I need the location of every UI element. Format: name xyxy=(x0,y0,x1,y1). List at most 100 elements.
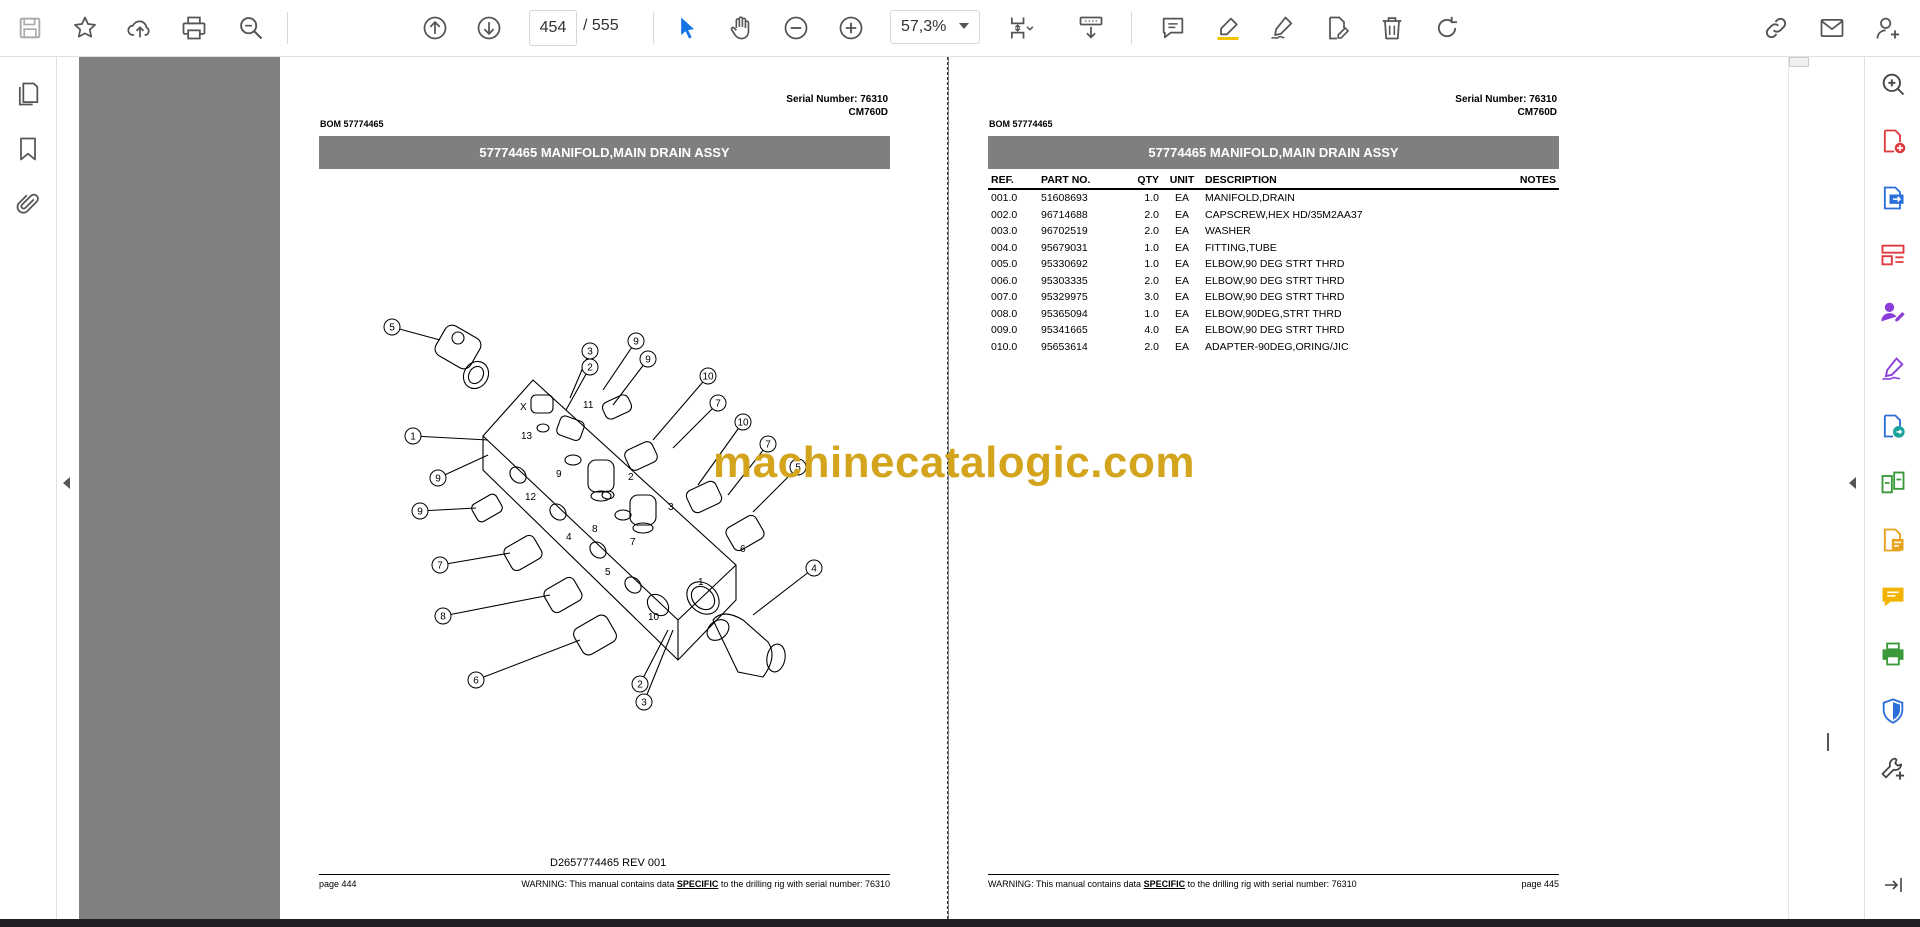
bookmark-icon[interactable] xyxy=(10,131,46,167)
callout-number: 6 xyxy=(473,676,479,687)
cell-unit: EA xyxy=(1174,340,1189,353)
cell-unit: EA xyxy=(1174,274,1189,287)
organize-pages-icon[interactable] xyxy=(1875,237,1911,273)
port-label: 6 xyxy=(740,544,746,555)
expand-panel-icon[interactable] xyxy=(1875,867,1911,903)
comment-icon[interactable] xyxy=(1155,10,1191,46)
attachment-icon[interactable] xyxy=(10,186,46,222)
cell-description: ELBOW,90 DEG STRT THRD xyxy=(1205,274,1345,287)
document-viewer[interactable]: Serial Number: 76310 CM760D BOM 57774465… xyxy=(79,57,1615,919)
request-signature-icon[interactable] xyxy=(1875,294,1911,330)
cell-description: ELBOW,90 DEG STRT THRD xyxy=(1205,291,1345,304)
page-fit-icon[interactable] xyxy=(1002,10,1038,46)
table-row: 001.0 51608693 1.0 EA MANIFOLD,DRAIN xyxy=(988,189,1559,207)
rotate-icon[interactable] xyxy=(1429,10,1465,46)
zoom-in-icon[interactable] xyxy=(833,10,869,46)
col-ref: REF. xyxy=(988,172,1038,190)
zoom-search-icon[interactable] xyxy=(233,10,269,46)
cell-part-no: 96702519 xyxy=(1041,225,1088,238)
port-label: 1 xyxy=(698,577,704,588)
sign-icon[interactable] xyxy=(1264,10,1300,46)
callout-number: 10 xyxy=(737,418,749,429)
star-icon[interactable] xyxy=(67,10,103,46)
cell-ref: 005.0 xyxy=(991,258,1018,271)
table-row: 003.0 96702519 2.0 EA WASHER xyxy=(988,223,1559,240)
edit-pdf-icon[interactable] xyxy=(1319,10,1355,46)
delete-icon[interactable] xyxy=(1374,10,1410,46)
convert-pdf-icon[interactable] xyxy=(1875,408,1911,444)
callout-number: 4 xyxy=(811,564,817,575)
account-icon[interactable] xyxy=(1870,10,1906,46)
fill-sign-icon[interactable] xyxy=(1875,351,1911,387)
cell-part-no: 96714688 xyxy=(1041,208,1088,221)
vertical-scrollbar[interactable] xyxy=(1788,57,1809,919)
cell-unit: EA xyxy=(1174,307,1189,320)
warning-text-end: to the drilling rig with serial number: … xyxy=(1185,879,1357,889)
hand-icon[interactable] xyxy=(723,10,759,46)
assembly-title: 57774465 MANIFOLD,MAIN DRAIN ASSY xyxy=(988,136,1559,169)
callout-number: 2 xyxy=(587,363,593,374)
cell-part-no: 95341665 xyxy=(1041,324,1088,337)
parts-table-header: REF. PART NO. QTY UNIT DESCRIPTION NOTES xyxy=(988,172,1559,190)
left-nav-panel xyxy=(0,57,57,919)
save-icon[interactable] xyxy=(12,10,48,46)
cell-part-no: 95329975 xyxy=(1041,291,1088,304)
callout-number: 9 xyxy=(417,507,423,518)
select-arrow-icon[interactable] xyxy=(669,10,705,46)
cell-qty: 2.0 xyxy=(1144,340,1159,353)
table-row: 010.0 95653614 2.0 EA ADAPTER-90DEG,ORING/JI… xyxy=(988,339,1559,356)
cell-notes xyxy=(1503,289,1559,306)
page-number-input[interactable]: 454 xyxy=(529,10,577,46)
col-qty: QTY xyxy=(1126,172,1162,190)
page-divider xyxy=(947,57,948,919)
table-row: 005.0 95330692 1.0 EA ELBOW,90 DEG STRT THRD xyxy=(988,256,1559,273)
share-link-icon[interactable] xyxy=(1758,10,1794,46)
zoom-icon[interactable] xyxy=(1875,66,1911,102)
scroll-mode-icon[interactable] xyxy=(1073,10,1109,46)
zoom-out-icon[interactable] xyxy=(778,10,814,46)
upload-cloud-icon[interactable] xyxy=(122,10,158,46)
cell-ref: 003.0 xyxy=(991,225,1018,238)
callout-number: 7 xyxy=(437,561,443,572)
page-down-icon[interactable] xyxy=(471,10,507,46)
callout-number: 3 xyxy=(641,698,647,709)
cell-qty: 2.0 xyxy=(1144,208,1159,221)
watermark-text: machinecatalogic.com xyxy=(713,438,1195,487)
cell-notes xyxy=(1503,189,1559,207)
warning-emphasis: SPECIFIC xyxy=(1143,879,1186,889)
serial-block: Serial Number: 76310 CM760D xyxy=(1455,93,1557,119)
page-up-icon[interactable] xyxy=(417,10,453,46)
compare-icon[interactable] xyxy=(1875,465,1911,501)
total-pages-label: / 555 xyxy=(583,17,619,34)
export-pdf-icon[interactable] xyxy=(1875,180,1911,216)
cell-unit: EA xyxy=(1174,291,1189,304)
chevron-down-icon xyxy=(959,23,969,29)
zoom-level-select[interactable]: 57,3% xyxy=(890,10,980,44)
create-pdf-icon[interactable] xyxy=(1875,123,1911,159)
warning-emphasis: SPECIFIC xyxy=(676,879,719,889)
protect-icon[interactable] xyxy=(1875,693,1911,729)
print-production-icon[interactable] xyxy=(1875,636,1911,672)
cell-notes xyxy=(1503,223,1559,240)
callout-number: 8 xyxy=(440,612,446,623)
left-panel-collapse-icon[interactable] xyxy=(63,477,70,489)
col-unit: UNIT xyxy=(1162,172,1202,190)
callout-number: 2 xyxy=(637,680,643,691)
warning-text-end: to the drilling rig with serial number: … xyxy=(718,879,890,889)
warning-text: WARNING: This manual contains data xyxy=(988,879,1144,889)
edit-text-icon[interactable] xyxy=(1875,522,1911,558)
scrollbar-thumb[interactable] xyxy=(1789,57,1809,67)
comment-tool-icon[interactable] xyxy=(1875,579,1911,615)
zoom-level-value: 57,3% xyxy=(901,18,947,35)
bom-label: BOM 57774465 xyxy=(320,119,384,129)
pages-thumbnail-icon[interactable] xyxy=(10,76,46,112)
serial-number: Serial Number: 76310 xyxy=(786,94,888,105)
print-icon[interactable] xyxy=(176,10,212,46)
email-icon[interactable] xyxy=(1814,10,1850,46)
highlight-icon[interactable] xyxy=(1210,10,1246,46)
pdf-page-right: Serial Number: 76310 CM760D BOM 57774465… xyxy=(949,57,1615,919)
cell-qty: 1.0 xyxy=(1144,258,1159,271)
right-panel-collapse-icon[interactable] xyxy=(1849,477,1856,489)
callout-number: 1 xyxy=(410,432,416,443)
more-tools-icon[interactable] xyxy=(1875,750,1911,786)
